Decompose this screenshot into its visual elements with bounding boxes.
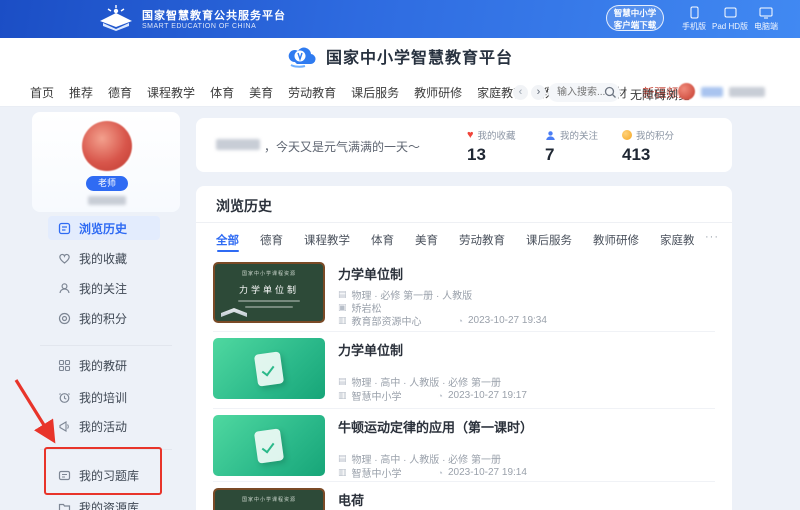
nav-item-teacher-training[interactable]: 教师研修 (414, 84, 462, 101)
folder-icon (58, 501, 71, 510)
monitor-icon (759, 6, 773, 19)
item-thumbnail-clipboard[interactable] (213, 338, 325, 399)
tab-afterschool[interactable]: 课后服务 (526, 232, 572, 248)
tab-family[interactable]: 家庭教育 (660, 232, 694, 248)
item-title[interactable]: 电荷 (338, 490, 364, 509)
tab-pe[interactable]: 体育 (371, 232, 394, 248)
redacted-user-name (729, 87, 765, 97)
user-avatar-small[interactable] (678, 83, 695, 100)
stat-favorites[interactable]: ♥我的收藏 13 (467, 128, 537, 165)
banner-subtitle: SMART EDUCATION OF CHINA (142, 23, 286, 30)
tablet-icon (724, 6, 737, 19)
stat-following[interactable]: 我的关注 7 (545, 128, 615, 165)
nav-item-home[interactable]: 首页 (30, 84, 54, 101)
category-icon: ▤ (338, 289, 347, 300)
annotation-highlight-box (44, 447, 162, 495)
author-icon: ▣ (338, 302, 347, 313)
tabs-more-icon[interactable]: ··· (705, 231, 719, 243)
client-desktop[interactable]: 电脑端 (744, 6, 788, 32)
role-badge: 老师 (86, 176, 128, 191)
book-logo-icon (98, 5, 134, 31)
item-thumbnail-clipboard[interactable] (213, 415, 325, 476)
tab-teacher-training[interactable]: 教师研修 (593, 232, 639, 248)
item-thumbnail-chalkboard[interactable]: 国家中小学课程资源 力学单位制 (213, 262, 325, 323)
category-icon: ▤ (338, 376, 347, 387)
source-icon: ▥ (338, 315, 347, 326)
item-thumbnail-chalkboard[interactable]: 国家中小学课程资源 电 荷 (213, 488, 325, 510)
redacted-profile-name (88, 196, 126, 205)
sidebar-item-points[interactable]: 我的积分 (58, 307, 178, 329)
history-row[interactable]: 力学单位制 ▤物理 · 高中 · 人教版 · 必修 第一册 ▥智慧中小学◔202… (196, 331, 732, 408)
redacted-greeting-name (216, 139, 260, 150)
heart-icon (58, 252, 71, 265)
banner-title: 国家智慧教育公共服务平台 (142, 7, 286, 23)
nav-scroll-next-icon[interactable]: › (531, 85, 546, 100)
stat-points[interactable]: 我的积分 413 (622, 128, 692, 165)
nav-item-recommend[interactable]: 推荐 (69, 84, 93, 101)
research-icon (58, 359, 71, 372)
sidebar-item-research[interactable]: 我的教研 (58, 354, 178, 376)
stat-favorites-value: 13 (467, 145, 537, 165)
browse-history-title: 浏览历史 (216, 196, 272, 216)
item-title[interactable]: 牛顿运动定律的应用（第一课时） (338, 417, 533, 436)
history-row[interactable]: 牛顿运动定律的应用（第一课时） ▤物理 · 高中 · 人教版 · 必修 第一册 … (196, 408, 732, 485)
clipboard-icon (254, 428, 284, 463)
history-row[interactable]: 国家中小学课程资源 力学单位制 力学单位制 ▤物理 · 必修 第一册 · 人教版… (196, 255, 732, 332)
time-icon: ◔ (438, 468, 443, 478)
divider (196, 222, 732, 223)
tab-art[interactable]: 美育 (415, 232, 438, 248)
nav-item-moral[interactable]: 德育 (108, 84, 132, 101)
tab-all[interactable]: 全部 (216, 232, 239, 248)
stat-following-value: 7 (545, 145, 615, 165)
coin-icon (622, 130, 632, 140)
page: 国家智慧教育公共服务平台 SMART EDUCATION OF CHINA 智慧… (0, 0, 800, 510)
clipboard-icon (254, 351, 284, 386)
heart-icon: ♥ (467, 130, 474, 140)
nav-item-afterschool[interactable]: 课后服务 (351, 84, 399, 101)
nav-item-art[interactable]: 美育 (249, 84, 273, 101)
person-icon (58, 282, 71, 295)
points-icon (58, 312, 71, 325)
sidebar-item-following[interactable]: 我的关注 (58, 277, 178, 299)
client-download-button[interactable]: 智慧中小学 客户端下载 (606, 5, 664, 31)
source-icon: ▥ (338, 467, 347, 478)
item-title[interactable]: 力学单位制 (338, 264, 403, 283)
stat-points-value: 413 (622, 145, 692, 165)
person-icon (545, 130, 556, 141)
item-title[interactable]: 力学单位制 (338, 340, 403, 359)
search-icon[interactable] (604, 86, 617, 99)
tab-moral[interactable]: 德育 (260, 232, 283, 248)
book-illustration (221, 308, 247, 317)
sidebar-item-browse-history[interactable]: 浏览历史 (58, 217, 178, 239)
sidebar-item-activities[interactable]: 我的活动 (58, 415, 178, 437)
user-avatar-large[interactable] (82, 121, 132, 171)
sidebar-divider (40, 345, 172, 346)
history-row[interactable]: 国家中小学课程资源 电 荷 电荷 (196, 481, 732, 510)
time-icon: ◔ (438, 391, 443, 401)
nav-item-course[interactable]: 课程教学 (147, 84, 195, 101)
gov-logo[interactable]: 国家智慧教育公共服务平台 SMART EDUCATION OF CHINA (98, 5, 286, 31)
greeting-message: ，今天又是元气满满的一天～ (264, 138, 420, 155)
nav-scroll-prev-icon[interactable]: ‹ (513, 85, 528, 100)
sidebar-item-resource-bank[interactable]: 我的资源库 (58, 496, 178, 510)
time-icon: ◔ (458, 316, 463, 326)
nav-item-labor[interactable]: 劳动教育 (288, 84, 336, 101)
training-icon (58, 391, 71, 404)
tab-labor[interactable]: 劳动教育 (459, 232, 505, 248)
history-tabs: 全部 德育 课程教学 体育 美育 劳动教育 课后服务 教师研修 家庭教育 教改经… (216, 232, 694, 248)
category-icon: ▤ (338, 453, 347, 464)
megaphone-icon (58, 420, 71, 433)
history-icon (58, 222, 71, 235)
nav-item-pe[interactable]: 体育 (210, 84, 234, 101)
cloud-logo-icon (287, 44, 317, 68)
phone-icon (690, 6, 699, 19)
site-title: 国家中小学智慧教育平台 (326, 44, 513, 68)
site-logo[interactable]: 国家中小学智慧教育平台 (0, 44, 800, 73)
source-icon: ▥ (338, 390, 347, 401)
active-tab-underline (217, 250, 239, 252)
tab-course[interactable]: 课程教学 (304, 232, 350, 248)
sidebar-item-training[interactable]: 我的培训 (58, 386, 178, 408)
sidebar-item-favorites[interactable]: 我的收藏 (58, 247, 178, 269)
redacted-user-tag (701, 87, 723, 97)
